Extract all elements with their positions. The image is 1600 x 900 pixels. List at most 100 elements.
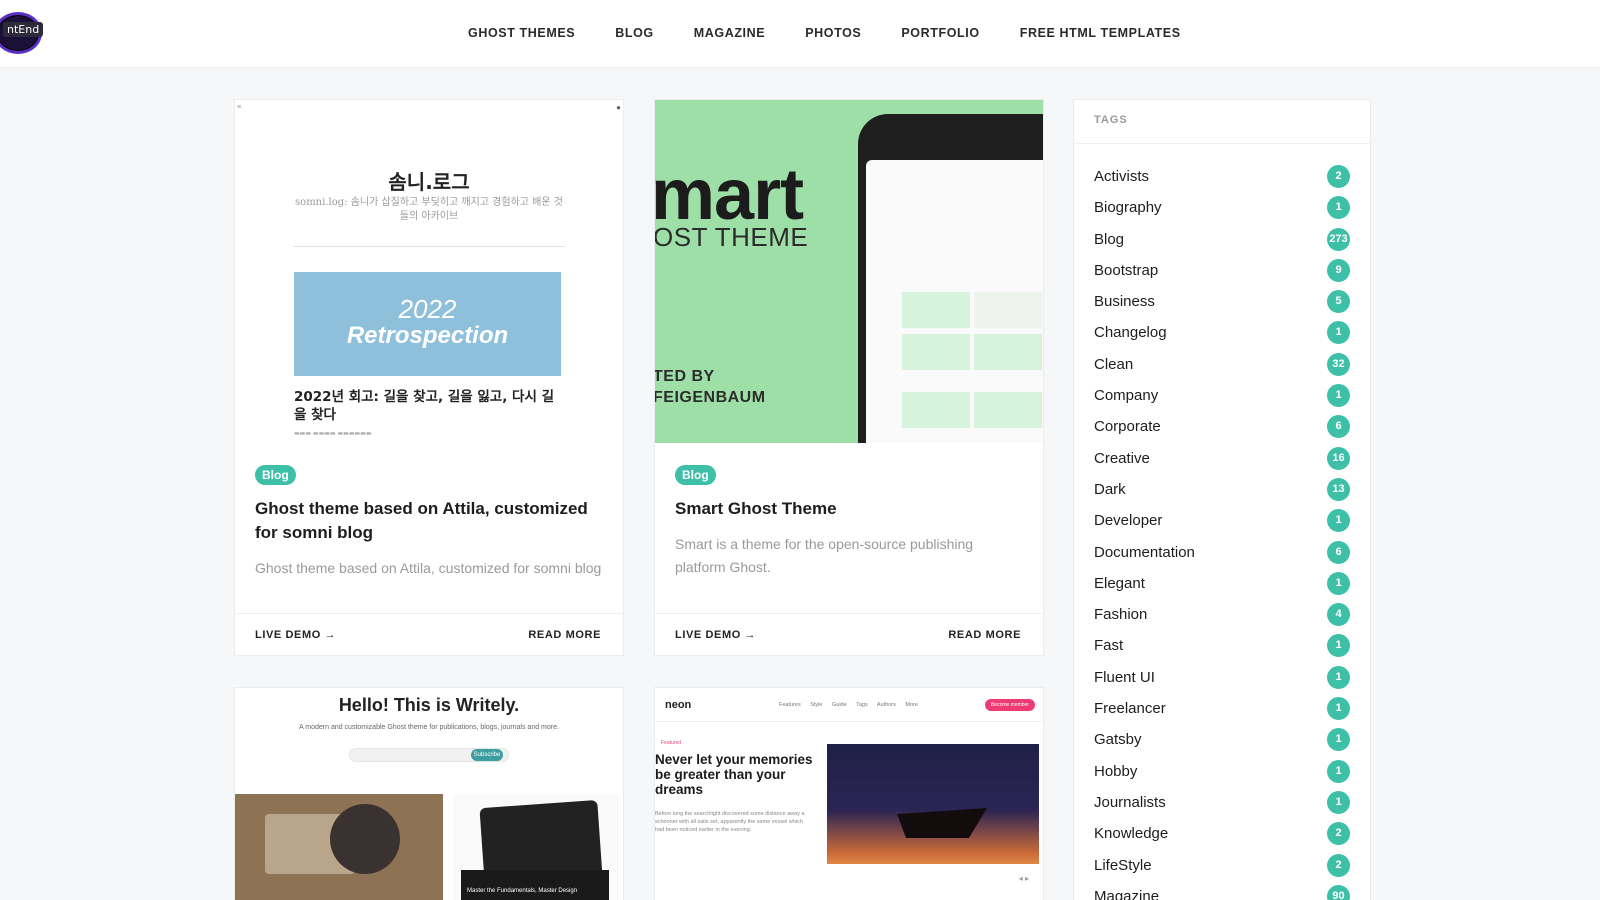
tag-item[interactable]: Business 5 xyxy=(1094,288,1350,319)
thumb-site-subtitle: somni.log: 솜니가 삽질하고 부딪히고 깨지고 경험하고 배운 것들의… xyxy=(295,197,563,222)
tag-count-badge: 32 xyxy=(1327,352,1350,376)
tag-name: Creative xyxy=(1094,449,1150,467)
tag-item[interactable]: LifeStyle 2 xyxy=(1094,852,1350,883)
tag-item[interactable]: Clean 32 xyxy=(1094,351,1350,382)
screen-tile xyxy=(902,392,970,428)
card-footer: LIVE DEMO → READ MORE xyxy=(235,613,623,655)
tag-item[interactable]: Fashion 4 xyxy=(1094,601,1350,632)
card-body: Blog Smart Ghost Theme Smart is a theme … xyxy=(675,465,1023,579)
tag-item[interactable]: Fluent UI 1 xyxy=(1094,664,1350,695)
tag-item[interactable]: Knowledge 2 xyxy=(1094,820,1350,851)
tag-count-badge: 1 xyxy=(1327,790,1350,814)
tag-item[interactable]: Dark 13 xyxy=(1094,476,1350,507)
nav-ghost-themes[interactable]: GHOST THEMES xyxy=(468,26,575,40)
tag-name: Developer xyxy=(1094,512,1163,530)
tag-item[interactable]: Hobby 1 xyxy=(1094,758,1350,789)
thumb-subtitle: A modern and customizable Ghost theme fo… xyxy=(299,724,559,731)
tag-count-badge: 1 xyxy=(1327,571,1350,595)
tag-name: Magazine xyxy=(1094,887,1160,900)
card-title[interactable]: Smart Ghost Theme xyxy=(675,497,1023,521)
tag-item[interactable]: Elegant 1 xyxy=(1094,570,1350,601)
tag-item[interactable]: Bootstrap 9 xyxy=(1094,257,1350,288)
tag-item[interactable]: Activists 2 xyxy=(1094,163,1350,194)
theme-card: ≡ ● 솜니.로그 somni.log: 솜니가 삽질하고 부딪히고 깨지고 경… xyxy=(234,99,624,656)
tag-name: Changelog xyxy=(1094,324,1167,342)
thumb-headline: Never let your memories be greater than … xyxy=(655,752,813,797)
tag-count-badge: 4 xyxy=(1327,603,1350,627)
tag-item[interactable]: Freelancer 1 xyxy=(1094,695,1350,726)
tag-item[interactable]: Corporate 6 xyxy=(1094,413,1350,444)
thumb-night-sky-image xyxy=(827,744,1039,864)
thumb-post-meta: ▬▬▬ ▬▬▬▬ ▬▬▬▬▬▬ xyxy=(294,430,372,437)
boat-silhouette xyxy=(897,808,987,838)
live-demo-link[interactable]: LIVE DEMO → xyxy=(255,629,336,641)
screen-tile xyxy=(902,292,970,328)
tag-item[interactable]: Fast 1 xyxy=(1094,632,1350,663)
tag-count-badge: 1 xyxy=(1327,728,1350,752)
tag-name: Business xyxy=(1094,293,1155,311)
thumb-menu-icon: ≡ xyxy=(237,104,242,111)
nav-magazine[interactable]: MAGAZINE xyxy=(694,26,765,40)
theme-card: neon Features Style Guide Tags Authors M… xyxy=(654,687,1044,900)
thumb-photo-desk xyxy=(235,794,443,900)
tag-item[interactable]: Changelog 1 xyxy=(1094,319,1350,350)
thumb-logo: neon xyxy=(665,699,692,711)
thumb-banner: 2022 Retrospection xyxy=(294,272,561,376)
thumb-credit-line-1: TED BY xyxy=(655,368,715,385)
tag-name: LifeStyle xyxy=(1094,856,1152,874)
card-thumbnail[interactable]: ≡ ● 솜니.로그 somni.log: 솜니가 삽질하고 부딪히고 깨지고 경… xyxy=(235,100,623,443)
card-thumbnail[interactable]: mart OST THEME TED BY FEIGENBAUM xyxy=(655,100,1043,443)
card-thumbnail[interactable]: Hello! This is Writely. A modern and cus… xyxy=(235,688,623,900)
nav-free-html-templates[interactable]: FREE HTML TEMPLATES xyxy=(1020,26,1181,40)
tag-name: Bootstrap xyxy=(1094,261,1159,279)
tag-name: Blog xyxy=(1094,230,1125,248)
live-demo-link[interactable]: LIVE DEMO → xyxy=(675,629,756,641)
card-body: Blog Ghost theme based on Attila, custom… xyxy=(255,465,603,580)
thumb-post-title: 2022년 회고: 길을 찾고, 길을 잃고, 다시 길을 찾다 xyxy=(294,389,555,423)
sidebar-heading: TAGS xyxy=(1094,114,1128,126)
card-footer: LIVE DEMO → READ MORE xyxy=(655,613,1043,655)
card-title[interactable]: Ghost theme based on Attila, customized … xyxy=(255,497,603,545)
thumb-featured-label: Featured xyxy=(661,740,682,746)
tags-sidebar: TAGS Activists 2 Biography 1 Blog 273 Boots… xyxy=(1073,99,1371,900)
tag-name: Documentation xyxy=(1094,543,1195,561)
nav-photos[interactable]: PHOTOS xyxy=(805,26,861,40)
tag-name: Gatsby xyxy=(1094,731,1142,749)
banner-year: 2022 xyxy=(398,294,457,324)
read-more-link[interactable]: READ MORE xyxy=(948,629,1021,641)
tag-count-badge: 1 xyxy=(1327,384,1350,408)
tag-item[interactable]: Developer 1 xyxy=(1094,507,1350,538)
tag-count-badge: 1 xyxy=(1327,509,1350,533)
screen-tile xyxy=(974,392,1042,428)
tag-name: Company xyxy=(1094,387,1159,405)
tag-name: Journalists xyxy=(1094,793,1166,811)
nav-portfolio[interactable]: PORTFOLIO xyxy=(901,26,979,40)
thumb-nav-links: Features Style Guide Tags Authors More xyxy=(779,702,918,708)
tag-item[interactable]: Journalists 1 xyxy=(1094,789,1350,820)
photo-caption: Master the Fundamentals, Master Design xyxy=(461,870,609,900)
tag-item[interactable]: Blog 273 xyxy=(1094,226,1350,257)
tag-item[interactable]: Magazine 90 xyxy=(1094,883,1350,900)
card-thumbnail[interactable]: neon Features Style Guide Tags Authors M… xyxy=(655,688,1043,900)
tag-badge[interactable]: Blog xyxy=(675,465,716,485)
logo-text: ntEnd xyxy=(3,22,44,37)
tag-item[interactable]: Biography 1 xyxy=(1094,194,1350,225)
theme-card: mart OST THEME TED BY FEIGENBAUM Blog Sm… xyxy=(654,99,1044,656)
tag-item[interactable]: Gatsby 1 xyxy=(1094,726,1350,757)
tag-badge[interactable]: Blog xyxy=(255,465,296,485)
site-logo[interactable]: ntEnd xyxy=(0,12,44,54)
tag-count-badge: 1 xyxy=(1327,196,1350,220)
screen-tile xyxy=(902,334,970,370)
read-more-link[interactable]: READ MORE xyxy=(528,629,601,641)
tag-count-badge: 1 xyxy=(1327,321,1350,345)
nav-blog[interactable]: BLOG xyxy=(615,26,654,40)
tag-count-badge: 1 xyxy=(1327,665,1350,689)
tag-count-badge: 5 xyxy=(1327,290,1350,314)
top-navbar: ntEnd GHOST THEMES BLOG MAGAZINE PHOTOS … xyxy=(0,0,1600,68)
tag-list: Activists 2 Biography 1 Blog 273 Bootstrap 9… xyxy=(1094,163,1350,900)
tag-item[interactable]: Company 1 xyxy=(1094,382,1350,413)
thumb-title: Hello! This is Writely. xyxy=(338,695,520,715)
tag-item[interactable]: Documentation 6 xyxy=(1094,539,1350,570)
tag-item[interactable]: Creative 16 xyxy=(1094,445,1350,476)
thumb-subtitle: OST THEME xyxy=(655,222,809,252)
